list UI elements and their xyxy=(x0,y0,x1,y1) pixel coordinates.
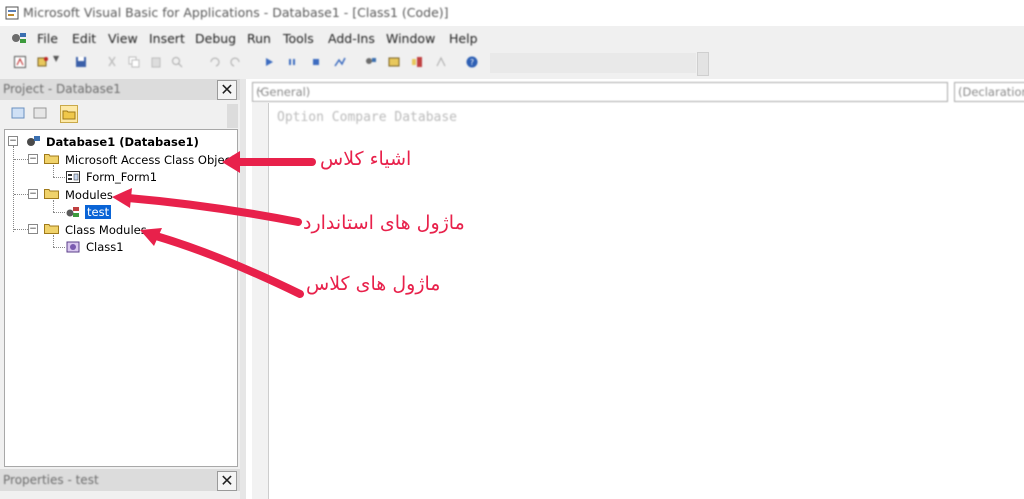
view-object-icon[interactable] xyxy=(32,105,48,121)
class-module-icon xyxy=(66,241,80,253)
menu-add-ins[interactable]: Add-Ins xyxy=(328,31,375,46)
dropdown-arrow-icon[interactable]: ▼ xyxy=(53,54,59,63)
tree-node-module-test[interactable]: test xyxy=(85,205,112,219)
project-explorer-title: Project - Database1 xyxy=(3,82,121,96)
procedure-dropdown[interactable]: (Declarations) xyxy=(954,82,1024,102)
menu-debug[interactable]: Debug xyxy=(195,31,236,46)
object-dropdown[interactable]: (General) ⌄ xyxy=(252,82,948,102)
close-icon[interactable]: ✕ xyxy=(217,80,237,100)
collapse-icon[interactable]: − xyxy=(8,136,18,146)
menu-window[interactable]: Window xyxy=(386,31,435,46)
vba-app-icon xyxy=(5,6,19,20)
tree-node-access-class-objects[interactable]: Microsoft Access Class Objects xyxy=(65,153,241,167)
svg-text:?: ? xyxy=(470,58,474,67)
properties-window-header: Properties - test ✕ xyxy=(0,469,240,491)
tree-node-class1[interactable]: Class1 xyxy=(86,240,124,254)
view-code-icon[interactable] xyxy=(10,105,26,121)
menu-run[interactable]: Run xyxy=(247,31,271,46)
reset-icon[interactable] xyxy=(310,56,322,68)
procedure-dropdown-value: (Declarations) xyxy=(958,85,1024,99)
annotation-standard-modules: ماژول های استاندارد xyxy=(303,212,465,234)
menu-bar: File Edit View Insert Debug Run Tools Ad… xyxy=(0,27,1024,49)
menu-edit[interactable]: Edit xyxy=(72,31,96,46)
properties-window-icon[interactable] xyxy=(388,56,400,68)
view-access-icon[interactable] xyxy=(14,56,26,68)
tree-scrollbar[interactable] xyxy=(227,104,238,128)
menu-tools[interactable]: Tools xyxy=(283,31,314,46)
menu-help[interactable]: Help xyxy=(449,31,478,46)
project-tree: − Database1 (Database1) − Microsoft Acce… xyxy=(4,129,241,467)
tree-node-form[interactable]: Form_Form1 xyxy=(86,170,157,184)
module-icon xyxy=(66,207,79,217)
tree-node-modules[interactable]: Modules xyxy=(65,188,113,202)
undo-icon[interactable] xyxy=(208,56,220,68)
save-icon[interactable] xyxy=(75,56,87,68)
code-margin-bar[interactable] xyxy=(252,103,269,499)
break-icon[interactable] xyxy=(286,56,298,68)
project-explorer-toolbar xyxy=(0,101,240,128)
annotation-class-modules: ماژول های کلاس xyxy=(306,273,441,295)
title-bar: Microsoft Visual Basic for Applications … xyxy=(0,0,1024,26)
chevron-down-icon[interactable]: ⌄ xyxy=(256,84,944,95)
run-icon[interactable] xyxy=(263,56,275,68)
project-explorer-icon[interactable] xyxy=(365,56,377,68)
collapse-icon[interactable]: − xyxy=(28,154,38,164)
insert-userform-icon[interactable] xyxy=(37,56,49,68)
close-icon[interactable]: ✕ xyxy=(217,471,237,491)
project-explorer-header: Project - Database1 ✕ xyxy=(0,79,240,100)
selected-node-label[interactable]: test xyxy=(85,205,112,219)
menu-file[interactable]: File xyxy=(37,31,58,46)
project-explorer: Project - Database1 ✕ − Database1 (Datab… xyxy=(0,79,241,467)
object-browser-icon[interactable] xyxy=(411,56,423,68)
collapse-icon[interactable]: − xyxy=(28,189,38,199)
collapse-icon[interactable]: − xyxy=(28,224,38,234)
find-icon[interactable] xyxy=(171,56,183,68)
help-icon[interactable]: ? xyxy=(466,56,478,68)
folder-icon xyxy=(44,154,59,164)
folder-icon xyxy=(44,189,59,199)
vba-menu-icon[interactable] xyxy=(9,30,29,46)
design-mode-icon[interactable] xyxy=(334,56,346,68)
cut-icon[interactable] xyxy=(106,56,118,68)
paste-icon[interactable] xyxy=(150,56,162,68)
annotation-class-objects: اشیاء کلاس xyxy=(320,148,412,170)
toolbox-icon[interactable] xyxy=(435,56,447,68)
form-icon xyxy=(66,171,80,183)
redo-icon[interactable] xyxy=(230,56,242,68)
copy-icon[interactable] xyxy=(128,56,140,68)
properties-window-title: Properties - test xyxy=(3,473,99,487)
toolbar-grip[interactable] xyxy=(697,52,709,76)
toggle-folders-icon[interactable] xyxy=(60,105,78,123)
folder-icon xyxy=(44,224,59,234)
menu-view[interactable]: View xyxy=(108,31,138,46)
tree-node-project[interactable]: Database1 (Database1) xyxy=(46,135,199,149)
toolbar-position-field xyxy=(490,53,696,73)
vba-project-icon xyxy=(27,136,40,146)
tree-node-class-modules[interactable]: Class Modules xyxy=(65,223,147,237)
code-line[interactable]: Option Compare Database xyxy=(277,110,457,125)
window-title: Microsoft Visual Basic for Applications … xyxy=(23,5,449,20)
menu-insert[interactable]: Insert xyxy=(149,31,185,46)
